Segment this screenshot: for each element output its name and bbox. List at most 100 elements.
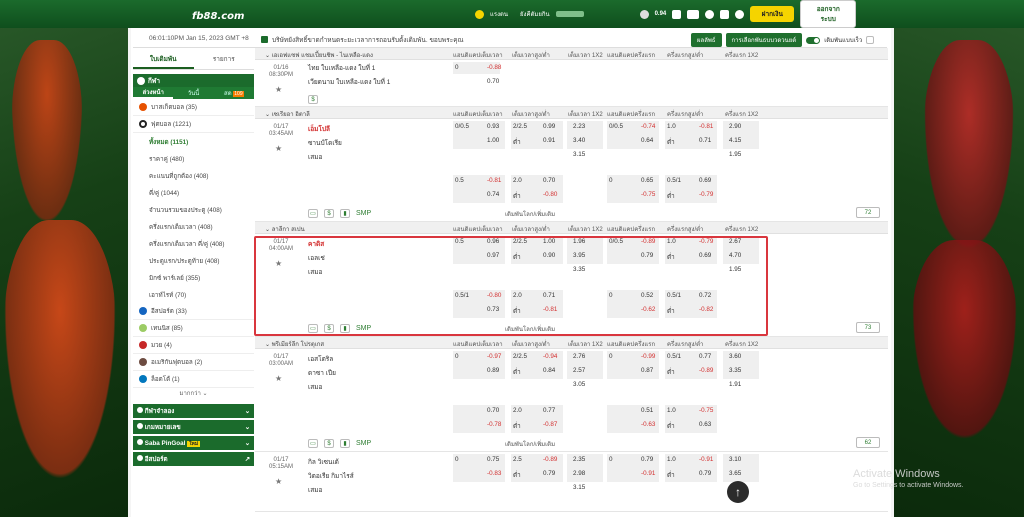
more-bets-link[interactable]: เดิมพันโลก/เพิ่มเติม [505, 324, 555, 334]
odds-value[interactable]: 0.93 [487, 123, 499, 130]
odds-value[interactable]: 0.64 [641, 137, 653, 144]
collapse-icon[interactable]: ⌄ [265, 112, 270, 118]
odds-value[interactable]: 0.70 [487, 78, 499, 85]
odds-value[interactable]: 1.95 [729, 266, 741, 273]
football-sub-correct-score[interactable]: คะแนนที่ถูกต้อง (408) [133, 167, 254, 184]
odds-value[interactable]: -0.94 [543, 353, 557, 360]
favorite-star-icon[interactable]: ★ [275, 477, 282, 486]
odds-value[interactable]: 4.15 [729, 137, 741, 144]
odds-value[interactable]: 0.77 [699, 353, 711, 360]
odds-value[interactable]: 3.95 [573, 252, 585, 259]
odds-value[interactable]: 3.10 [729, 456, 741, 463]
odds-value[interactable]: 1.96 [573, 238, 585, 245]
odds-value[interactable]: 0.90 [543, 252, 555, 259]
odds-value[interactable]: -0.81 [487, 177, 501, 184]
odds-value[interactable]: 0.91 [543, 137, 555, 144]
odds-value[interactable]: 0.71 [699, 137, 711, 144]
football-sub-first-last-goal[interactable]: ประตูแรก/ประตูท้าย (408) [133, 252, 254, 269]
league-header[interactable]: ⌄ ลาลีกา สเปน แฮนดิแคปเต็มเวลา เต็มเวลาส… [255, 222, 888, 234]
stats-icon[interactable]: ▮ [340, 439, 350, 448]
promo-icon[interactable] [687, 9, 700, 19]
market-count-dropdown[interactable]: 72 [856, 207, 880, 218]
tab-today[interactable]: วันนี้ [173, 88, 213, 98]
football-sub-all[interactable]: ทั้งหมด (1151) [133, 133, 254, 150]
tv-icon[interactable]: ▭ [308, 324, 318, 333]
tab-early[interactable]: ล่วงหน้า [133, 87, 174, 99]
results-button[interactable]: ผลลัพธ์ [691, 33, 722, 47]
profile-icon[interactable] [705, 9, 715, 19]
odds-value[interactable]: -0.78 [487, 421, 501, 428]
odds-value[interactable]: -0.81 [543, 306, 557, 313]
sidebar-item-esports[interactable]: อีสปอร์ต (33) [133, 303, 254, 320]
logout-button[interactable]: ออกจากระบบ [800, 0, 857, 28]
odds-value[interactable]: 3.35 [729, 367, 741, 374]
announcement-marquee[interactable]: บริษัทยังสิทธิ์ขาดกำหนดระยะเวลาการถอนรับ… [261, 33, 596, 46]
smp-label[interactable]: SMP [356, 325, 371, 332]
odds-value[interactable]: 0.84 [543, 367, 555, 374]
dollar-icon[interactable]: $ [324, 209, 334, 218]
tv-icon[interactable]: ▭ [308, 439, 318, 448]
odds-value[interactable]: 0.97 [487, 252, 499, 259]
more-bets-link[interactable]: เดิมพันโลก/เพิ่มเติม [505, 439, 555, 449]
section-saba-pingoal[interactable]: Saba PinGoal ใหม่ ⌄ [133, 436, 254, 450]
tab-live[interactable]: สด 109 [214, 88, 254, 98]
football-sub-ht-ft[interactable]: ครึ่งแรก/เต็มเวลา (408) [133, 218, 254, 235]
football-sub-total-goals[interactable]: จำนวนรวมของประตู (408) [133, 201, 254, 218]
favorite-star-icon[interactable]: ★ [275, 259, 282, 268]
odds-value[interactable]: 0.74 [487, 191, 499, 198]
odds-value[interactable]: -0.87 [543, 421, 557, 428]
odds-value[interactable]: -0.97 [487, 353, 501, 360]
collapse-icon[interactable]: ⌄ [265, 227, 270, 233]
odds-value[interactable]: 3.15 [573, 151, 585, 158]
odds-value[interactable]: 0.73 [487, 306, 499, 313]
odds-value[interactable]: -0.83 [487, 470, 501, 477]
favorite-star-icon[interactable]: ★ [275, 85, 282, 94]
odds-value[interactable]: 0.70 [487, 407, 499, 414]
odds-value[interactable]: 1.95 [729, 151, 741, 158]
section-number-game[interactable]: เกมหมายเลข ⌄ [133, 420, 254, 434]
market-count-dropdown[interactable]: 73 [856, 322, 880, 333]
odds-value[interactable]: 2.90 [729, 123, 741, 130]
tab-list[interactable]: รายการ [194, 50, 255, 69]
odds-value[interactable]: 0.52 [641, 292, 653, 299]
odds-value[interactable]: 0.96 [487, 238, 499, 245]
odds-value[interactable]: -0.81 [699, 123, 713, 130]
odds-value[interactable]: 0.71 [543, 292, 555, 299]
dollar-icon[interactable]: $ [324, 439, 334, 448]
odds-value[interactable]: -0.89 [641, 238, 655, 245]
odds-value[interactable]: 0.99 [543, 123, 555, 130]
tv-icon[interactable]: ▭ [308, 209, 318, 218]
odds-value[interactable]: 4.70 [729, 252, 741, 259]
odds-value[interactable]: 0.69 [699, 252, 711, 259]
odds-value[interactable]: 0.79 [699, 470, 711, 477]
stats-icon[interactable]: ▮ [340, 324, 350, 333]
football-sub-ht-ft-odd-even[interactable]: ครึ่งแรก/เต็มเวลา คี่/คู่ (408) [133, 235, 254, 252]
favorite-star-icon[interactable]: ★ [275, 144, 282, 153]
odds-value[interactable]: -0.62 [641, 306, 655, 313]
odds-value[interactable]: 0.89 [487, 367, 499, 374]
market-count-dropdown[interactable]: 62 [856, 437, 880, 448]
odds-value[interactable]: 2.76 [573, 353, 585, 360]
league-header[interactable]: ⌄ พรีเมียร์ลีก โปรตุเกส แฮนดิแคปเต็มเวลา… [255, 337, 888, 349]
football-sub-1x2[interactable]: ราคาคู่ (480) [133, 150, 254, 167]
odds-value[interactable]: -0.75 [641, 191, 655, 198]
odds-value[interactable]: -0.89 [543, 456, 557, 463]
deposit-card-icon[interactable] [672, 9, 682, 19]
odds-value[interactable]: 0.75 [487, 456, 499, 463]
scroll-to-top-button[interactable]: ↑ [727, 481, 749, 503]
fb88-logo[interactable]: fb88.com [192, 4, 244, 24]
league-header[interactable]: ⌄ เซเรียอา อิตาลี แฮนดิแคปเต็มเวลา เต็มเ… [255, 107, 888, 119]
odds-value[interactable]: 0.72 [699, 292, 711, 299]
odds-value[interactable]: 0.69 [699, 177, 711, 184]
collapse-icon[interactable]: ⌄ [265, 53, 270, 59]
sidebar-item-football[interactable]: ฟุตบอล (1221) [133, 116, 254, 133]
dollar-icon[interactable]: $ [324, 324, 334, 333]
odds-value[interactable]: 3.40 [573, 137, 585, 144]
odds-value[interactable]: 0.77 [543, 407, 555, 414]
sidebar-item-boxing[interactable]: มวย (4) [133, 337, 254, 354]
odds-value[interactable]: 3.35 [573, 266, 585, 273]
odds-value[interactable]: 0.79 [543, 470, 555, 477]
settings-icon[interactable] [735, 9, 745, 19]
odds-value[interactable]: -0.91 [699, 456, 713, 463]
odds-value[interactable]: 2.98 [573, 470, 585, 477]
